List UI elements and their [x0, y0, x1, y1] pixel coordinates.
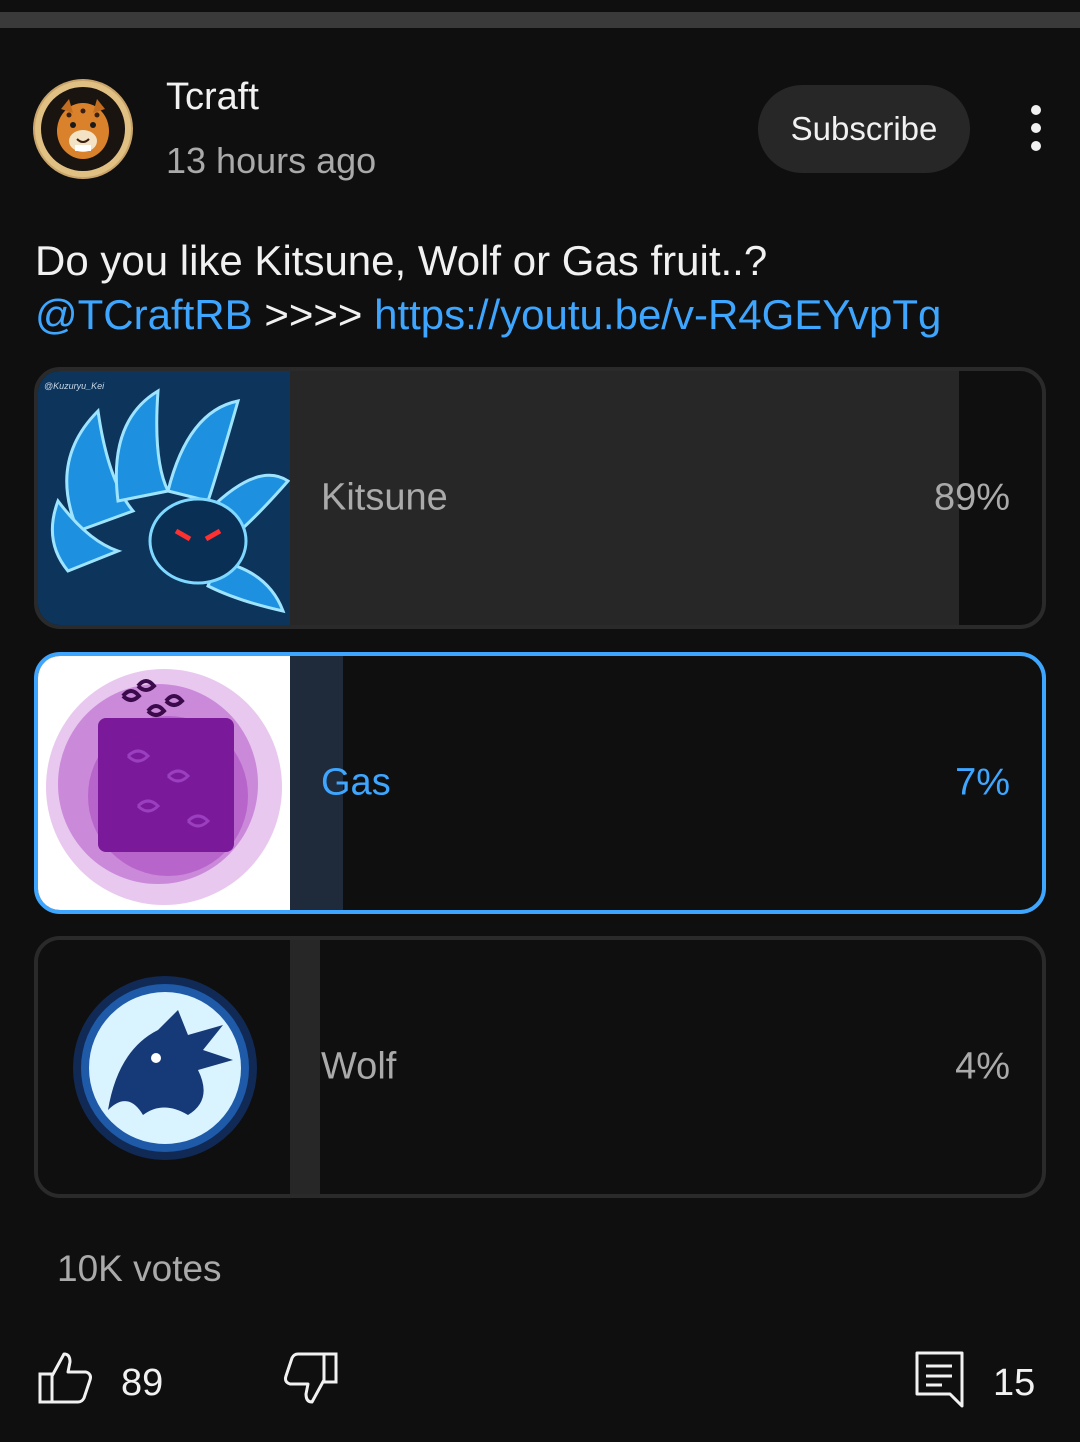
video-url-link[interactable]: https://youtu.be/v-R4GEYvpTg [374, 291, 941, 338]
post-header: Tcraft 13 hours ago Subscribe [0, 70, 1080, 190]
post-question: Do you like Kitsune, Wolf or Gas fruit..… [35, 237, 768, 284]
option-percent: 4% [955, 1045, 1010, 1088]
wolf-thumbnail [38, 940, 290, 1194]
comment-icon[interactable] [912, 1348, 972, 1408]
subscribe-button[interactable]: Subscribe [758, 85, 970, 173]
top-divider [0, 0, 1080, 30]
post-body: Do you like Kitsune, Wolf or Gas fruit..… [35, 234, 1045, 342]
like-count: 89 [121, 1362, 164, 1404]
arrow-text: >>>> [252, 291, 375, 338]
poll-option-wolf[interactable]: Wolf 4% [34, 936, 1046, 1198]
option-label: Gas [321, 761, 391, 804]
option-percent: 89% [933, 476, 1010, 519]
result-bar [290, 940, 321, 1194]
post-time: 13 hours ago [166, 140, 377, 181]
poll-option-kitsune[interactable]: @Kuzuryu_Kei Kitsune 89% [34, 367, 1046, 629]
post-links: @TCraftRB >>>> https://youtu.be/v-R4GEYv… [35, 288, 1045, 342]
option-label: Kitsune [321, 476, 448, 519]
dislike-icon[interactable] [280, 1348, 340, 1408]
poll-option-gas[interactable]: Gas 7% [34, 652, 1046, 914]
action-bar: 89 15 [0, 1340, 1080, 1420]
channel-avatar[interactable] [33, 79, 133, 179]
kitsune-thumbnail: @Kuzuryu_Kei [38, 371, 290, 625]
channel-mention-link[interactable]: @TCraftRB [35, 291, 253, 338]
vote-count: 10K votes [57, 1248, 222, 1289]
thumbnail-watermark: @Kuzuryu_Kei [44, 381, 105, 391]
option-label: Wolf [321, 1045, 397, 1088]
channel-name[interactable]: Tcraft [166, 76, 259, 119]
more-options-icon[interactable] [1016, 100, 1056, 160]
option-percent: 7% [955, 761, 1010, 804]
gas-thumbnail [38, 656, 290, 910]
like-icon[interactable] [36, 1348, 96, 1408]
comment-count: 15 [993, 1362, 1036, 1404]
